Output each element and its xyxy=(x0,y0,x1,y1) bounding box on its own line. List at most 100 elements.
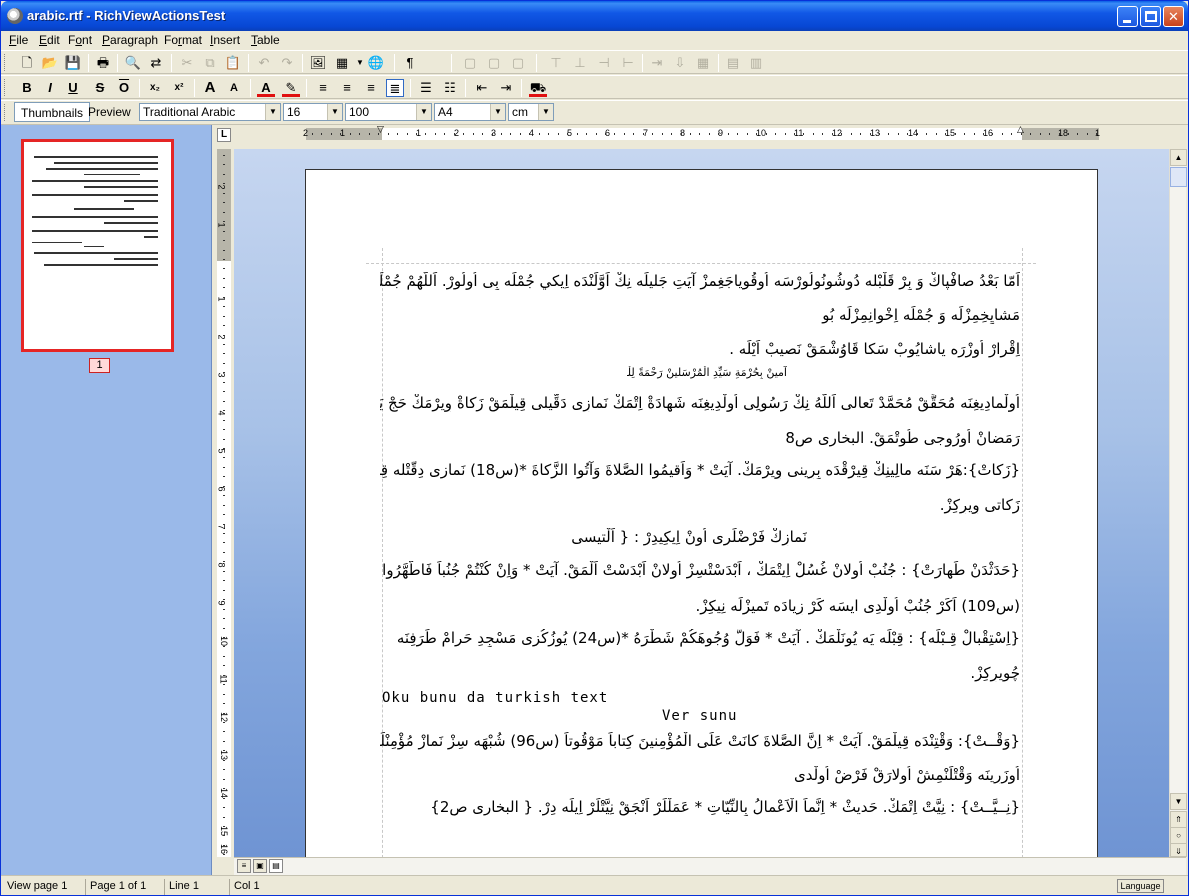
menu-table[interactable]: Table xyxy=(251,33,280,47)
thumbnail-panel[interactable]: 1 xyxy=(1,125,212,875)
bullets-icon[interactable]: ☰ xyxy=(417,79,435,97)
preview-toggle[interactable]: Preview xyxy=(82,102,137,122)
first-indent-marker[interactable]: ▽ xyxy=(377,124,384,135)
new-document-icon[interactable]: 🗋 xyxy=(18,54,36,72)
paragraph-line[interactable]: Ver sunu xyxy=(662,708,737,724)
paragraph-line[interactable]: آمينْ بِحُرْمَةِ سَيِّدِ الْمُرْسَلينْ ر… xyxy=(627,366,787,379)
scroll-up-icon[interactable]: ▲ xyxy=(1170,149,1187,166)
app-icon[interactable] xyxy=(7,8,23,24)
units-combo[interactable]: cm ▼ xyxy=(508,103,554,121)
cut-icon[interactable]: ✂ xyxy=(178,54,196,72)
zoom-combo[interactable]: 100 ▼ xyxy=(345,103,432,121)
table-insert-column-left-icon[interactable]: ⊣ xyxy=(595,54,613,72)
italic-icon[interactable]: I xyxy=(41,79,59,97)
page-thumbnail[interactable] xyxy=(21,139,174,352)
toolbar-grip[interactable] xyxy=(4,104,7,121)
paragraph-line[interactable]: اُوزَرِينَه وَقْتْلَنْمِشْ اُولارَقْ فَر… xyxy=(380,766,1020,784)
chevron-down-icon[interactable]: ▼ xyxy=(327,104,342,120)
paragraph-line[interactable]: رَمَضانْ اُورُوجى طُوتْمَقْ. البخارى ص8 xyxy=(380,429,1020,447)
align-right-icon[interactable]: ≡ xyxy=(362,79,380,97)
menu-edit[interactable]: Edit xyxy=(39,33,60,47)
document-area[interactable]: اَمّا بَعْدُ صافْپاكْ وَ بِرْ قَلْبْله د… xyxy=(234,149,1169,857)
vertical-ruler[interactable]: 2 1 1 2 3 4 5 6 7 8 9 10 11 12 13 14 15 16 xyxy=(217,149,231,857)
strikethrough-icon[interactable]: S xyxy=(91,79,109,97)
menu-paragraph[interactable]: Paragraph xyxy=(102,33,158,47)
paragraph-line[interactable]: مَشايِخِمِزْلَه وَ جُمْلَه اِخْوانِمِزْل… xyxy=(380,306,1020,324)
close-button[interactable]: ✕ xyxy=(1163,6,1184,27)
numbering-icon[interactable]: ☷ xyxy=(441,79,459,97)
paragraph-line[interactable]: {وَقْــتْ}: وَقْتِنْدَه قِيلْمَقْ. آيَتْ… xyxy=(380,732,1020,750)
subscript-icon[interactable]: x₂ xyxy=(146,79,164,97)
highlight-color-icon[interactable]: ✎ xyxy=(282,79,300,97)
thumbnails-toggle[interactable]: Thumbnails xyxy=(14,102,91,122)
print-icon[interactable]: 🖶 xyxy=(94,54,112,72)
table-insert-row-below-icon[interactable]: ⊥ xyxy=(571,54,589,72)
menu-font[interactable]: Font xyxy=(68,33,92,47)
paragraph-line[interactable]: اُولْمادِيغِنَه مُحَقَّقْ مُحَمَّدْ تَعا… xyxy=(380,394,1020,412)
browse-object-icon[interactable]: ○ xyxy=(1170,827,1187,844)
table-insert-row-above-icon[interactable]: ⊤ xyxy=(547,54,565,72)
language-button[interactable]: Language xyxy=(1117,879,1164,893)
bold-icon[interactable]: B xyxy=(18,79,36,97)
shrink-font-icon[interactable]: A xyxy=(225,79,243,97)
right-indent-marker[interactable]: △ xyxy=(1017,124,1024,135)
show-special-characters-icon[interactable]: ¶ xyxy=(401,54,419,72)
open-folder-icon[interactable]: 📂 xyxy=(41,54,59,72)
menu-insert[interactable]: Insert xyxy=(210,33,240,47)
superscript-icon[interactable]: x² xyxy=(170,79,188,97)
table-delete-column-icon[interactable]: ⇩ xyxy=(671,54,689,72)
increase-indent-icon[interactable]: ⇥ xyxy=(497,79,515,97)
align-center-icon[interactable]: ≡ xyxy=(338,79,356,97)
copy-icon[interactable]: ⧉ xyxy=(201,54,219,72)
paragraph-line[interactable]: {زَكاتْ}:هَرْ سَنَه مالِينِكْ قِيرْقْدَه… xyxy=(380,461,1020,479)
table-select-column-icon[interactable]: ▢ xyxy=(509,54,527,72)
next-page-icon[interactable]: ⇓ xyxy=(1170,843,1187,857)
decrease-indent-icon[interactable]: ⇤ xyxy=(473,79,491,97)
paragraph-line[interactable]: نَمازِكْ فَرْضْلَرى اُونْ اِيكِيدِرْ : {… xyxy=(567,528,807,546)
web-view-icon[interactable]: ▣ xyxy=(253,859,267,873)
paragraph-line[interactable]: اِقْرارْ اُوزْرَه ياشايُوبْ سَكا قَاوُشْ… xyxy=(380,340,1020,358)
toolbar-grip[interactable] xyxy=(4,54,7,71)
font-color-icon[interactable]: A xyxy=(257,79,275,97)
table-insert-column-right-icon[interactable]: ⊢ xyxy=(619,54,637,72)
scroll-down-icon[interactable]: ▼ xyxy=(1170,793,1187,810)
paragraph-line[interactable]: {حَدَثْدَنْ طَهارَتْ} : جُنُبْ اُولانْ غ… xyxy=(380,561,1020,579)
table-split-cells-icon[interactable]: ▥ xyxy=(747,54,765,72)
page-view-icon[interactable]: ▤ xyxy=(269,859,283,873)
paragraph-color-icon[interactable]: ⛟ xyxy=(529,79,547,97)
paragraph-line[interactable]: Oku bunu da turkish text xyxy=(382,690,608,706)
redo-icon[interactable]: ↷ xyxy=(278,54,296,72)
minimize-button[interactable] xyxy=(1117,6,1138,27)
maximize-button[interactable] xyxy=(1140,6,1161,27)
overline-icon[interactable]: O xyxy=(115,79,133,97)
horizontal-ruler[interactable]: 2 1 1 2 3 4 5 6 7 8 9 10 11 12 13 14 15 16 18 1 ▽ △ xyxy=(303,124,1100,140)
menu-format[interactable]: Format xyxy=(164,33,202,47)
paragraph-line[interactable]: اَمّا بَعْدُ صافْپاكْ وَ بِرْ قَلْبْله د… xyxy=(380,272,1020,290)
table-merge-cells-icon[interactable]: ▤ xyxy=(724,54,742,72)
paragraph-line[interactable]: {نِــيَّــتْ} : نِيَّتْ اِتْمَكْ. حَديثْ… xyxy=(380,798,1020,816)
chevron-down-icon[interactable]: ▼ xyxy=(538,104,553,120)
paste-icon[interactable]: 📋 xyxy=(224,54,242,72)
paragraph-line[interactable]: زَكاتى وِيرِكِزْ. xyxy=(380,496,1020,514)
insert-picture-icon[interactable]: 🖼 xyxy=(309,54,327,72)
vertical-scrollbar[interactable]: ▲ ▼ ⇑ ○ ⇓ xyxy=(1169,149,1187,857)
font-name-combo[interactable]: Traditional Arabic ▼ xyxy=(139,103,281,121)
underline-icon[interactable]: U xyxy=(64,79,82,97)
align-left-icon[interactable]: ≡ xyxy=(314,79,332,97)
insert-table-icon[interactable]: ▦ xyxy=(333,54,351,72)
table-delete-row-icon[interactable]: ⇥ xyxy=(648,54,666,72)
replace-icon[interactable]: ⇄ xyxy=(147,54,165,72)
chevron-down-icon[interactable]: ▼ xyxy=(416,104,431,120)
toolbar-grip[interactable] xyxy=(4,79,7,96)
table-properties-icon[interactable]: ▦ xyxy=(694,54,712,72)
chevron-down-icon[interactable]: ▼ xyxy=(265,104,280,120)
justify-icon[interactable]: ≣ xyxy=(386,79,404,97)
font-size-combo[interactable]: 16 ▼ xyxy=(283,103,343,121)
insert-hyperlink-icon[interactable]: 🌐 xyxy=(367,54,385,72)
find-icon[interactable]: 🔍 xyxy=(124,54,142,72)
normal-view-icon[interactable]: ≡ xyxy=(237,859,251,873)
tab-type-selector[interactable]: L xyxy=(217,128,231,142)
scroll-thumb[interactable] xyxy=(1170,167,1187,187)
page-size-combo[interactable]: A4 ▼ xyxy=(434,103,506,121)
grow-font-icon[interactable]: A xyxy=(201,79,219,97)
